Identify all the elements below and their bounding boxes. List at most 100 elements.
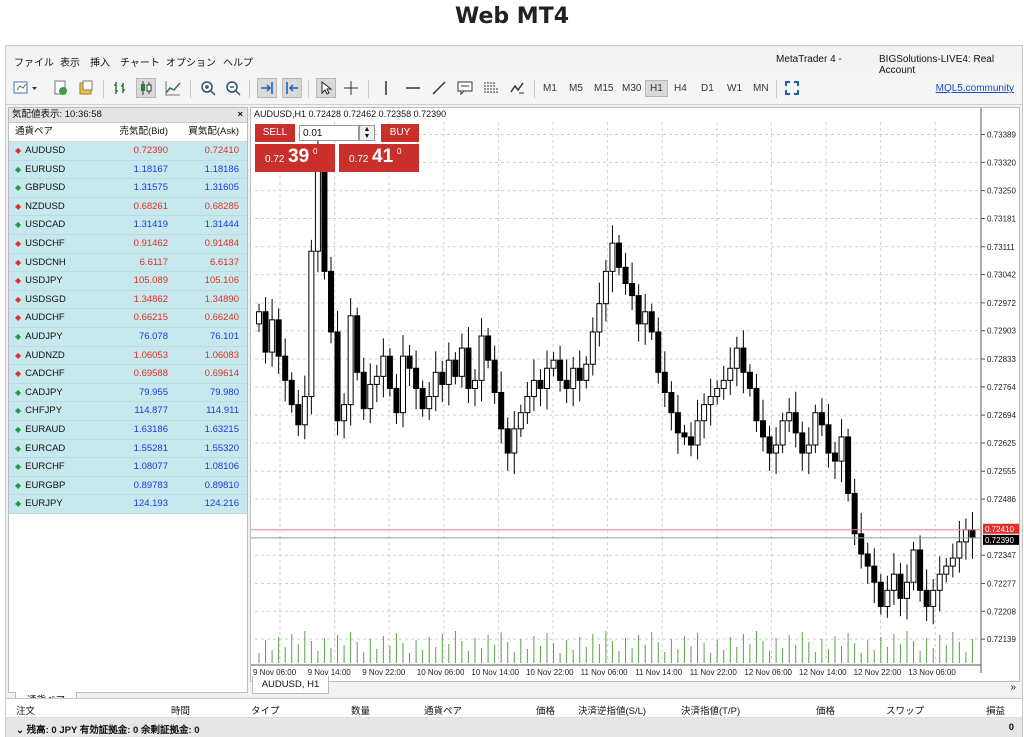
market-watch-row[interactable]: ◆ USDJPY 105.089 105.106 xyxy=(9,272,247,291)
trend-line-icon[interactable] xyxy=(429,78,449,98)
bid-cell: 0.69588 xyxy=(133,368,168,380)
vertical-line-icon[interactable] xyxy=(376,78,396,98)
market-watch-row[interactable]: ◆ AUDUSD 0.72390 0.72410 xyxy=(9,142,247,161)
profiles-icon[interactable] xyxy=(50,78,70,98)
buy-price-button[interactable]: 0.72 41 0 xyxy=(339,144,419,172)
buy-button[interactable]: BUY xyxy=(381,124,419,142)
mql5-community-link[interactable]: MQL5.community xyxy=(936,83,1014,94)
timeframe-h4[interactable]: H4 xyxy=(671,82,690,95)
auto-scroll-icon[interactable] xyxy=(257,78,277,98)
market-watch-row[interactable]: ◆ EURJPY 124.193 124.216 xyxy=(9,495,247,514)
new-chart-icon[interactable] xyxy=(12,78,40,98)
horizontal-line-icon[interactable] xyxy=(403,78,423,98)
ask-header[interactable]: 買気配(Ask) xyxy=(174,123,243,141)
menu-view[interactable]: 表示 xyxy=(60,54,80,69)
timeframe-m5[interactable]: M5 xyxy=(566,82,586,95)
candle-body xyxy=(838,436,845,462)
col-volume[interactable]: 数量 xyxy=(351,703,370,717)
zoom-out-icon[interactable] xyxy=(223,78,243,98)
fullscreen-icon[interactable] xyxy=(782,78,802,98)
market-watch-row[interactable]: ◆ EURUSD 1.18167 1.18186 xyxy=(9,160,247,180)
scroll-tabs-icon[interactable]: » xyxy=(1010,682,1016,693)
ask-cell: 79.980 xyxy=(209,386,239,398)
y-tick-label: 0.72694 xyxy=(987,411,1016,420)
y-tick-label: 0.72555 xyxy=(987,467,1016,476)
up-arrow-icon: ◆ xyxy=(15,331,22,341)
x-tick-label: 10 Nov 22:00 xyxy=(526,668,574,677)
timeframe-mn[interactable]: MN xyxy=(750,82,772,95)
line-chart-icon[interactable] xyxy=(163,78,183,98)
market-watch-panel: 気配値表示: 10:36:58 × 通貨ペア 売気配(Bid) 買気配(Ask)… xyxy=(8,107,248,710)
chart-window[interactable]: 0.73389 0.73320 0.73250 0.73181 0.73111 0.730… xyxy=(250,107,1020,682)
candle-body xyxy=(714,387,721,398)
close-icon[interactable]: × xyxy=(237,108,243,122)
col-swap[interactable]: スワップ xyxy=(886,703,924,717)
timeframe-m30[interactable]: M30 xyxy=(619,82,644,95)
market-watch-row[interactable]: ◆ CADCHF 0.69588 0.69614 xyxy=(9,365,247,384)
cursor-icon[interactable] xyxy=(316,78,336,98)
timeframe-h1[interactable]: H1 xyxy=(645,80,668,97)
candlestick-icon[interactable] xyxy=(136,78,156,98)
x-tick-label: 11 Nov 14:00 xyxy=(635,668,683,677)
timeframe-m1[interactable]: M1 xyxy=(540,82,560,95)
col-time[interactable]: 時間 xyxy=(171,703,190,717)
market-watch-row[interactable]: ◆ EURCHF 1.08077 1.08106 xyxy=(9,458,247,477)
tab-audusd-h1[interactable]: AUDUSD, H1 xyxy=(252,676,329,694)
market-watch-row[interactable]: ◆ AUDJPY 76.078 76.101 xyxy=(9,327,247,347)
market-watch-row[interactable]: ◆ EURCAD 1.55281 1.55320 xyxy=(9,439,247,459)
col-type[interactable]: タイプ xyxy=(251,703,280,717)
market-watch-row[interactable]: ◆ USDCNH 6.6117 6.6137 xyxy=(9,253,247,273)
bid-cell: 76.078 xyxy=(138,330,168,342)
market-watch-row[interactable]: ◆ USDSGD 1.34862 1.34890 xyxy=(9,290,247,310)
symbol-cell: ◆ USDCAD xyxy=(9,216,104,234)
candle-body xyxy=(890,573,897,591)
col-stop-loss[interactable]: 決済逆指値(S/L) xyxy=(578,703,646,717)
templates-icon[interactable] xyxy=(76,78,96,98)
menu-insert[interactable]: 挿入 xyxy=(90,54,110,69)
sell-button[interactable]: SELL xyxy=(255,124,295,142)
menu-chart[interactable]: チャート xyxy=(120,54,160,69)
col-take-profit[interactable]: 決済指値(T/P) xyxy=(681,703,740,717)
ask-cell: 0.66240 xyxy=(204,312,239,324)
timeframe-w1[interactable]: W1 xyxy=(724,82,745,95)
col-order[interactable]: 注文 xyxy=(16,703,35,717)
menu-help[interactable]: ヘルプ xyxy=(223,54,253,69)
market-watch-row[interactable]: ◆ USDCHF 0.91462 0.91484 xyxy=(9,234,247,254)
bid-header[interactable]: 売気配(Bid) xyxy=(104,123,174,141)
symbol-cell: ◆ USDSGD xyxy=(9,291,104,309)
market-watch-row[interactable]: ◆ USDCAD 1.31419 1.31444 xyxy=(9,216,247,235)
candle-body xyxy=(360,371,367,410)
market-watch-row[interactable]: ◆ CADJPY 79.955 79.980 xyxy=(9,383,247,403)
market-watch-row[interactable]: ◆ EURGBP 0.89783 0.89810 xyxy=(9,476,247,496)
col-current-price[interactable]: 価格 xyxy=(816,703,835,717)
menu-file[interactable]: ファイル xyxy=(14,54,54,69)
lot-stepper[interactable]: ▲ ▼ xyxy=(359,125,375,141)
market-watch-row[interactable]: ◆ NZDUSD 0.68261 0.68285 xyxy=(9,197,247,217)
text-label-icon[interactable] xyxy=(455,78,475,98)
timeframe-d1[interactable]: D1 xyxy=(698,82,717,95)
sell-price-button[interactable]: 0.72 39 0 xyxy=(255,144,335,172)
bar-chart-icon[interactable] xyxy=(110,78,130,98)
market-watch-row[interactable]: ◆ EURAUD 1.63186 1.63215 xyxy=(9,420,247,440)
indicators-icon[interactable] xyxy=(507,78,527,98)
symbol-header[interactable]: 通貨ペア xyxy=(9,123,104,141)
crosshair-icon[interactable] xyxy=(341,78,361,98)
candle-body xyxy=(380,355,387,377)
menu-options[interactable]: オプション xyxy=(166,54,216,69)
timeframe-m15[interactable]: M15 xyxy=(591,82,616,95)
market-watch-row[interactable]: ◆ AUDNZD 1.06053 1.06083 xyxy=(9,346,247,366)
col-symbol[interactable]: 通貨ペア xyxy=(424,703,462,717)
market-watch-row[interactable]: ◆ AUDCHF 0.66215 0.66240 xyxy=(9,309,247,328)
candle-body xyxy=(393,387,400,414)
lot-size-input[interactable]: 0.01 xyxy=(299,125,359,141)
col-profit[interactable]: 損益 xyxy=(986,703,1005,717)
candle-body xyxy=(779,420,786,446)
market-watch-row[interactable]: ◆ GBPUSD 1.31575 1.31605 xyxy=(9,179,247,198)
market-watch-row[interactable]: ◆ CHFJPY 114.877 114.911 xyxy=(9,402,247,421)
fibonacci-icon[interactable] xyxy=(481,78,501,98)
candlestick-chart[interactable]: 0.73389 0.73320 0.73250 0.73181 0.73111 0.730… xyxy=(251,108,1020,682)
zoom-in-icon[interactable] xyxy=(198,78,218,98)
candle-body xyxy=(642,311,649,325)
col-price[interactable]: 価格 xyxy=(536,703,555,717)
chart-shift-icon[interactable] xyxy=(282,78,302,98)
